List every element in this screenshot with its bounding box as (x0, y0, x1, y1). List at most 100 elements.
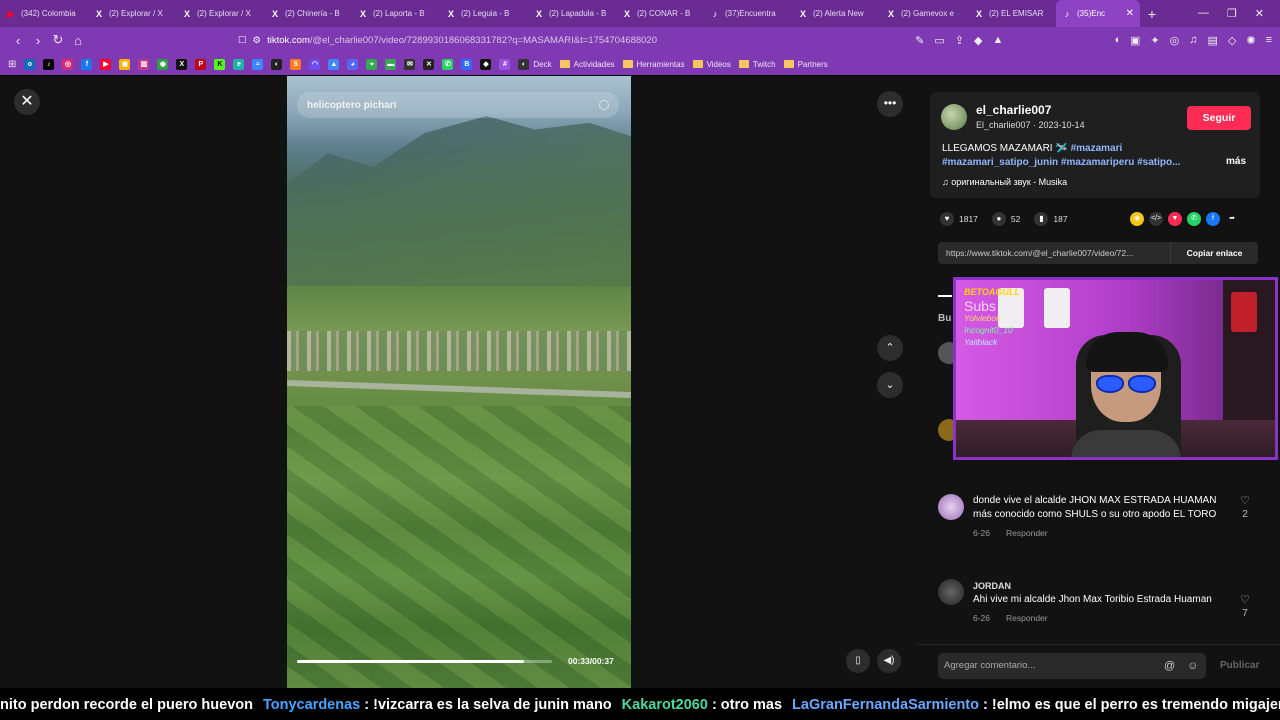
comment-like-button[interactable]: ♡ 7 (1238, 593, 1252, 619)
browser-tab[interactable]: X (2) Gamevox e (880, 0, 968, 27)
whatsapp-icon[interactable]: ✆ (442, 58, 454, 70)
tweetdeck-icon[interactable]: ✕ (423, 58, 435, 70)
video-progress-bar[interactable] (297, 660, 552, 663)
browser-tab[interactable]: X (2) Chinería - B (264, 0, 352, 27)
home-icon[interactable]: ⌂ (68, 33, 88, 48)
site-info-icon[interactable]: ⚙ (253, 35, 262, 46)
bookmark-folder[interactable]: Partners (783, 60, 828, 69)
close-video-button[interactable]: ✕ (14, 89, 40, 115)
kick-icon[interactable]: K (214, 58, 226, 70)
mail-icon[interactable]: ✉ (404, 58, 416, 70)
embed-icon[interactable]: </> (1149, 212, 1163, 226)
maps-icon[interactable]: ⌖ (366, 58, 378, 70)
url-field[interactable]: ☐ ⚙ tiktok.com/@el_charlie007/video/7289… (238, 35, 657, 46)
grid-icon[interactable]: # (499, 58, 511, 70)
b-icon[interactable]: B (461, 58, 473, 70)
comment-stat[interactable]: ● 52 (991, 212, 1020, 226)
comment-avatar[interactable] (938, 579, 964, 605)
bookmark-folder[interactable]: Twitch (738, 60, 776, 69)
mention-icon[interactable]: @ (1164, 653, 1175, 679)
browser-tab[interactable]: X (2) Laporta - B (352, 0, 440, 27)
analytics-icon[interactable]: ▥ (138, 58, 150, 70)
facebook-share-icon[interactable]: f (1206, 212, 1220, 226)
browser-tab[interactable]: ♪ (35)Enc ✕ (1056, 0, 1140, 27)
whatsapp-share-icon[interactable]: ✆ (1187, 212, 1201, 226)
browser-tab[interactable]: X (2) CONAR - B (616, 0, 704, 27)
search-icon[interactable] (599, 100, 609, 110)
pinterest-icon[interactable]: P (195, 58, 207, 70)
volume-button[interactable]: ◀) (877, 649, 901, 673)
restore-icon[interactable]: ❐ (1227, 7, 1237, 20)
comment-author[interactable]: JORDAN (973, 579, 1223, 593)
video-player[interactable] (287, 76, 631, 688)
arc-icon[interactable]: ◠ (309, 58, 321, 70)
bookmark-folder[interactable]: Videos (692, 60, 731, 69)
drive-icon[interactable]: ▲ (328, 58, 340, 70)
video-search-bar[interactable]: helicoptero pichari (297, 92, 619, 118)
edge-icon[interactable]: e (233, 58, 245, 70)
keep-icon[interactable]: ◼ (119, 58, 131, 70)
browser-tab[interactable]: X (2) Alerta New (792, 0, 880, 27)
chat-icon[interactable]: ▬ (385, 58, 397, 70)
translate-icon[interactable]: ✎ (915, 34, 924, 47)
youtube-icon[interactable]: ▶ (100, 58, 112, 70)
author-username[interactable]: el_charlie007 (976, 103, 1051, 117)
browser-tab[interactable]: X (2) Leguia - B (440, 0, 528, 27)
close-window-icon[interactable]: ✕ (1255, 7, 1264, 20)
cast-icon[interactable]: ▭ (934, 34, 944, 47)
x-bookmark-icon[interactable]: X (176, 58, 188, 70)
bookmark-icon[interactable]: ☐ (238, 35, 247, 46)
diamond-icon[interactable]: ◆ (480, 58, 492, 70)
send-icon[interactable]: ▼ (1168, 212, 1182, 226)
comment-like-button[interactable]: ♡ 2 (1238, 494, 1252, 520)
more-options-button[interactable]: ••• (877, 91, 903, 117)
forward-icon[interactable]: › (28, 33, 48, 48)
previous-video-button[interactable]: ⌃ (877, 335, 903, 361)
browser-tab[interactable]: X (2) Explorar / X (176, 0, 264, 27)
like-stat[interactable]: ♥ 1817 (940, 212, 978, 226)
bookmark-folder[interactable]: Actividades (559, 60, 615, 69)
bookmark-folder[interactable]: ◐ Deck (518, 58, 552, 70)
outlook-icon[interactable]: o (24, 58, 36, 70)
caption-more-link[interactable]: más (1226, 156, 1246, 167)
obs-icon[interactable]: ◐ (271, 58, 283, 70)
browser-tab[interactable]: X (2) EL EMISAR (968, 0, 1056, 27)
comment-avatar[interactable] (938, 494, 964, 520)
post-link-url[interactable]: https://www.tiktok.com/@el_charlie007/vi… (938, 248, 1170, 258)
menu-icon[interactable]: ≡ (1266, 34, 1272, 47)
mini-player-button[interactable]: ▯ (846, 649, 870, 673)
next-video-button[interactable]: ⌄ (877, 372, 903, 398)
reply-button[interactable]: Responder (1006, 611, 1048, 625)
minimize-icon[interactable]: — (1198, 7, 1209, 20)
instagram-icon[interactable]: ◎ (62, 58, 74, 70)
share-icon[interactable]: ⇪ (955, 34, 964, 47)
new-tab-button[interactable]: + (1140, 6, 1164, 22)
discord-icon[interactable]: ◕ (347, 58, 359, 70)
close-tab-icon[interactable]: ✕ (1126, 8, 1134, 19)
forward-share-icon[interactable]: ➦ (1225, 212, 1239, 226)
bookmark-folder[interactable]: Herramientas (622, 60, 685, 69)
sidebar-icon[interactable]: ▣ (1130, 34, 1140, 47)
save-stat[interactable]: ▮ 187 (1034, 212, 1068, 226)
coin-icon[interactable]: ◉ (1130, 212, 1144, 226)
chrome-icon[interactable]: ◉ (157, 58, 169, 70)
screenshot-icon[interactable]: ◎ (1170, 34, 1180, 47)
browser-tab[interactable]: X (2) Explorar / X (88, 0, 176, 27)
ai-icon[interactable]: ✺ (1246, 34, 1255, 47)
streamlabs-icon[interactable]: S (290, 58, 302, 70)
alert-icon[interactable]: ▲ (992, 34, 1003, 47)
wallet-icon[interactable]: ▤ (1207, 34, 1217, 47)
browser-tab[interactable]: X (2) Lapadula - B (528, 0, 616, 27)
extensions-icon[interactable]: ✦ (1150, 34, 1159, 47)
music-track[interactable]: ♫ оригинальный звук - Musika (942, 177, 1067, 187)
copy-link-button[interactable]: Copiar enlace (1170, 242, 1258, 264)
apps-icon[interactable]: ⊞ (8, 59, 16, 70)
browser-tab[interactable]: ▶ (342) Colombia (0, 0, 88, 27)
stream-icon[interactable]: ≈ (252, 58, 264, 70)
facebook-icon[interactable]: f (81, 58, 93, 70)
author-avatar[interactable] (941, 104, 967, 130)
audio-icon[interactable]: ◖ (1113, 34, 1120, 47)
reload-icon[interactable]: ↻ (48, 32, 68, 48)
back-icon[interactable]: ‹ (8, 33, 28, 48)
follow-button[interactable]: Seguir (1187, 106, 1251, 130)
